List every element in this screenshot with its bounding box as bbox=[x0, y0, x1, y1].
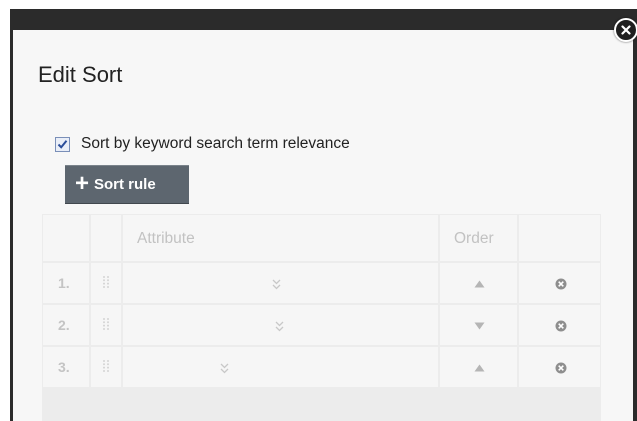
add-sort-rule-label: Sort rule bbox=[94, 176, 156, 193]
table-footer bbox=[42, 388, 601, 421]
sort-rules-table: Attribute Order 1. 2. 3. bbox=[42, 214, 601, 421]
chevron-double-down-icon[interactable] bbox=[275, 321, 284, 332]
row-number: 3. bbox=[58, 359, 70, 375]
row-1-actions-cell bbox=[518, 262, 601, 304]
keyword-sort-checkbox[interactable] bbox=[55, 136, 70, 152]
triangle-down-icon[interactable] bbox=[474, 322, 485, 330]
close-icon bbox=[621, 25, 631, 35]
attribute-header: Attribute bbox=[137, 230, 195, 247]
row-3-actions-cell bbox=[518, 346, 601, 388]
chevron-double-down-icon[interactable] bbox=[220, 363, 229, 374]
screen: Edit Sort Sort by keyword search term re… bbox=[0, 0, 637, 421]
header-order-cell: Order bbox=[439, 214, 518, 262]
row-2-number-cell: 2. bbox=[42, 304, 90, 346]
drag-handle-icon[interactable] bbox=[102, 317, 110, 331]
row-number: 1. bbox=[58, 275, 70, 291]
keyword-sort-option[interactable]: Sort by keyword search term relevance bbox=[55, 135, 350, 153]
row-3-handle-cell[interactable] bbox=[90, 346, 122, 388]
row-1-order-cell[interactable] bbox=[439, 262, 518, 304]
dialog-title: Edit Sort bbox=[38, 62, 123, 87]
checkmark-icon bbox=[57, 139, 68, 149]
header-handle-cell bbox=[90, 214, 122, 262]
remove-circle-icon[interactable] bbox=[555, 278, 567, 290]
row-3-number-cell: 3. bbox=[42, 346, 90, 388]
triangle-up-icon[interactable] bbox=[474, 364, 485, 372]
remove-circle-icon[interactable] bbox=[555, 320, 567, 332]
row-1-attribute-cell[interactable] bbox=[122, 262, 439, 304]
triangle-up-icon[interactable] bbox=[474, 280, 485, 288]
header-attribute-cell: Attribute bbox=[122, 214, 439, 262]
order-header: Order bbox=[454, 230, 494, 247]
row-number: 2. bbox=[58, 317, 70, 333]
row-2-actions-cell bbox=[518, 304, 601, 346]
chevron-double-down-icon[interactable] bbox=[272, 279, 281, 290]
add-sort-rule-button[interactable]: + Sort rule bbox=[65, 165, 189, 204]
row-2-attribute-cell[interactable] bbox=[122, 304, 439, 346]
row-3-order-cell[interactable] bbox=[439, 346, 518, 388]
drag-handle-icon[interactable] bbox=[102, 359, 110, 373]
row-1-number-cell: 1. bbox=[42, 262, 90, 304]
remove-circle-icon[interactable] bbox=[555, 362, 567, 374]
row-1-handle-cell[interactable] bbox=[90, 262, 122, 304]
header-actions-cell bbox=[518, 214, 601, 262]
close-dialog-button[interactable] bbox=[614, 18, 637, 42]
keyword-sort-label: Sort by keyword search term relevance bbox=[81, 135, 350, 152]
edit-sort-dialog: Edit Sort Sort by keyword search term re… bbox=[13, 30, 633, 421]
header-number-cell bbox=[42, 214, 90, 262]
row-2-handle-cell[interactable] bbox=[90, 304, 122, 346]
drag-handle-icon[interactable] bbox=[102, 275, 110, 289]
row-2-order-cell[interactable] bbox=[439, 304, 518, 346]
plus-icon: + bbox=[75, 169, 90, 197]
row-3-attribute-cell[interactable] bbox=[122, 346, 439, 388]
